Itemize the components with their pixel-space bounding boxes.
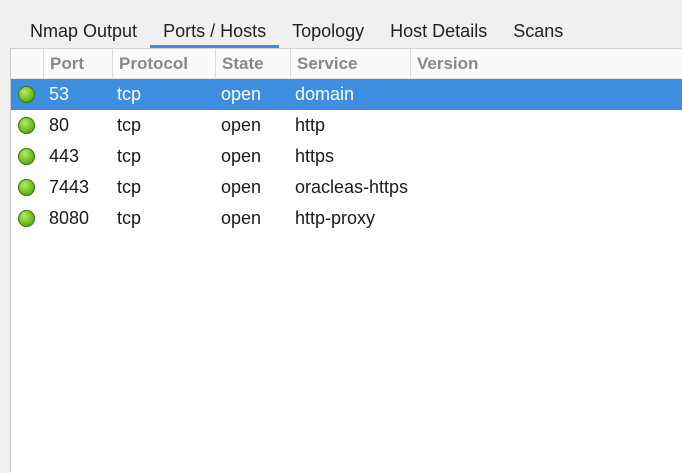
port-cell: 8080 xyxy=(49,208,90,228)
table-row[interactable]: 7443 tcp open oracleas-https xyxy=(11,172,682,203)
table-body: 53 tcp open domain 80 tcp open http 443 … xyxy=(11,79,682,234)
protocol-cell: tcp xyxy=(117,177,142,197)
table-row[interactable]: 53 tcp open domain xyxy=(11,79,682,110)
tab-bar: Nmap Output Ports / Hosts Topology Host … xyxy=(10,14,576,48)
state-cell: open xyxy=(221,208,262,228)
service-cell: oracleas-https xyxy=(295,177,409,197)
green-status-dot-icon xyxy=(18,117,35,134)
green-status-dot-icon xyxy=(18,148,35,165)
port-cell: 443 xyxy=(49,146,80,166)
table-row[interactable]: 8080 tcp open http-proxy xyxy=(11,203,682,234)
state-cell: open xyxy=(221,84,262,104)
tab-nmap-output[interactable]: Nmap Output xyxy=(10,14,150,48)
table-header: Port Protocol State Service Version xyxy=(11,49,682,79)
column-header-version[interactable]: Version xyxy=(411,49,682,78)
column-header-status[interactable] xyxy=(11,49,44,78)
column-header-port[interactable]: Port xyxy=(44,49,113,78)
protocol-cell: tcp xyxy=(117,115,142,135)
column-header-service[interactable]: Service xyxy=(291,49,411,78)
state-cell: open xyxy=(221,146,262,166)
table-row[interactable]: 443 tcp open https xyxy=(11,141,682,172)
table-row[interactable]: 80 tcp open http xyxy=(11,110,682,141)
service-cell: http-proxy xyxy=(295,208,376,228)
port-cell: 53 xyxy=(49,84,70,104)
port-cell: 7443 xyxy=(49,177,90,197)
service-cell: http xyxy=(295,115,326,135)
protocol-cell: tcp xyxy=(117,146,142,166)
service-cell: domain xyxy=(295,84,355,104)
tab-topology[interactable]: Topology xyxy=(279,14,377,48)
protocol-cell: tcp xyxy=(117,208,142,228)
column-header-protocol[interactable]: Protocol xyxy=(113,49,216,78)
tab-scans[interactable]: Scans xyxy=(500,14,576,48)
port-cell: 80 xyxy=(49,115,70,135)
green-status-dot-icon xyxy=(18,86,35,103)
green-status-dot-icon xyxy=(18,210,35,227)
zenmap-window: Nmap Output Ports / Hosts Topology Host … xyxy=(0,0,682,473)
service-cell: https xyxy=(295,146,335,166)
column-header-state[interactable]: State xyxy=(216,49,291,78)
ports-table: Port Protocol State Service Version 53 t… xyxy=(11,48,682,473)
state-cell: open xyxy=(221,115,262,135)
protocol-cell: tcp xyxy=(117,84,142,104)
tab-ports-hosts[interactable]: Ports / Hosts xyxy=(150,14,280,48)
tab-host-details[interactable]: Host Details xyxy=(377,14,500,48)
state-cell: open xyxy=(221,177,262,197)
green-status-dot-icon xyxy=(18,179,35,196)
